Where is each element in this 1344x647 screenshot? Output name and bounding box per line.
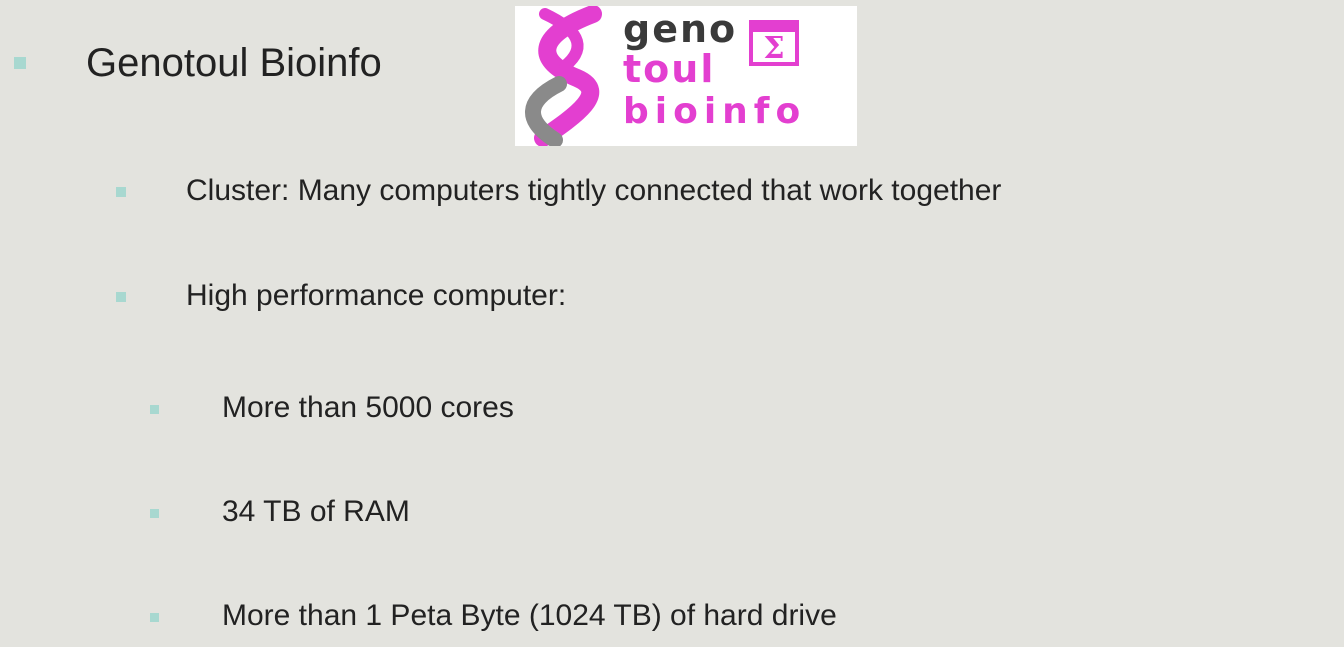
list-item: More than 1 Peta Byte (1024 TB) of hard … bbox=[222, 599, 837, 632]
sigma-window-icon: Σ bbox=[749, 20, 799, 66]
list-item: High performance computer: bbox=[186, 279, 567, 312]
list-item: More than 5000 cores bbox=[222, 391, 514, 424]
slide-heading: Genotoul Bioinfo bbox=[86, 41, 382, 85]
list-item: Cluster: Many computers tightly connecte… bbox=[186, 174, 1002, 207]
bullet-icon bbox=[116, 187, 126, 197]
logo-word-geno: geno bbox=[623, 7, 738, 51]
bullet-icon bbox=[150, 405, 159, 414]
sigma-glyph: Σ bbox=[763, 31, 785, 66]
bullet-icon bbox=[14, 57, 26, 69]
bullet-icon bbox=[150, 509, 159, 518]
logo-word-toul: toul bbox=[623, 47, 716, 91]
bullet-icon bbox=[150, 613, 159, 622]
list-item: 34 TB of RAM bbox=[222, 495, 410, 528]
logo-word-bioinfo: bioinfo bbox=[623, 91, 807, 132]
genotoul-bioinfo-logo: geno toul bioinfo Σ bbox=[515, 6, 857, 146]
bullet-icon bbox=[116, 292, 126, 302]
dna-helix-icon bbox=[525, 6, 602, 146]
